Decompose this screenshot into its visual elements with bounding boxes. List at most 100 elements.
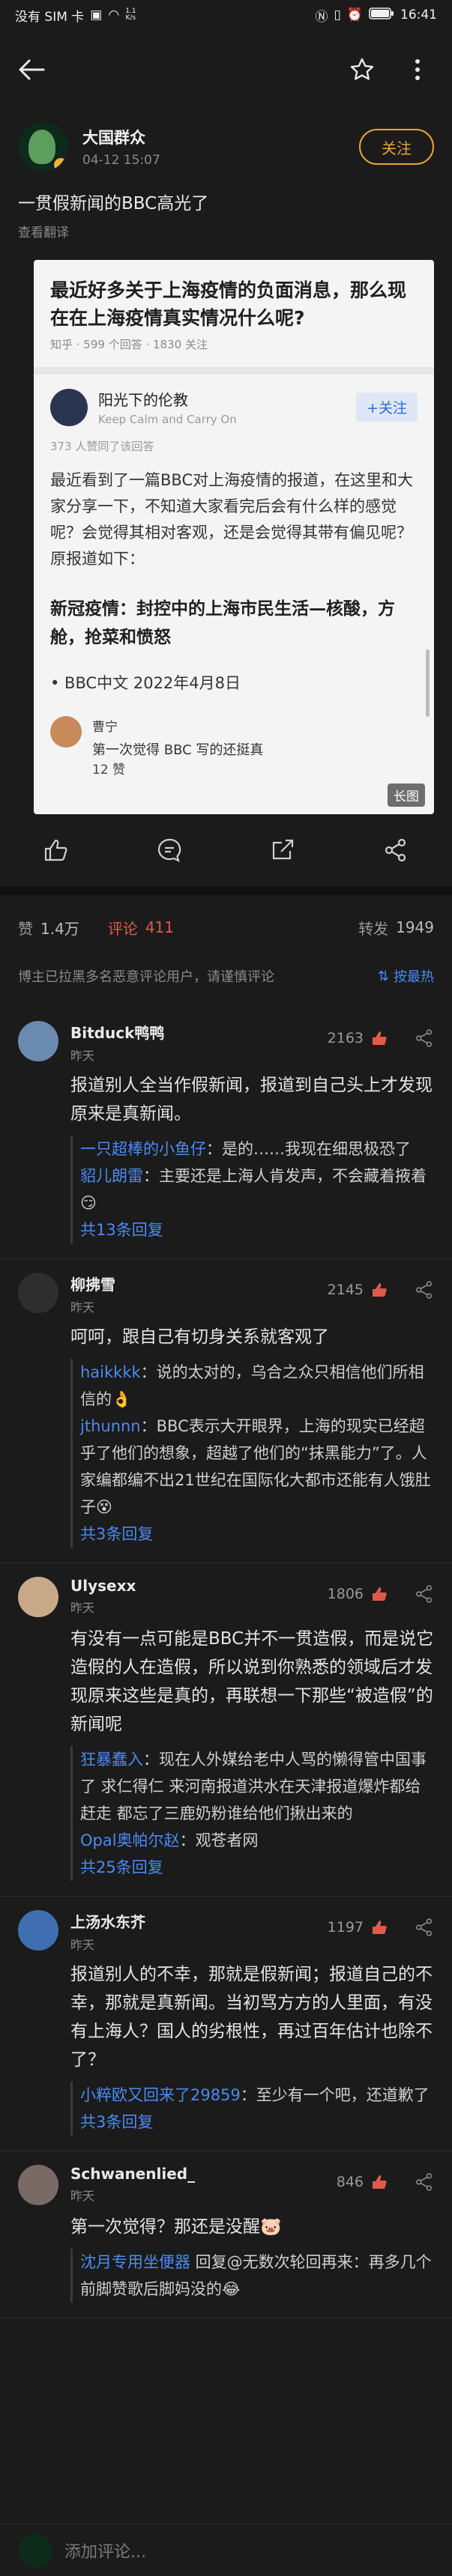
favorite-button[interactable]	[346, 53, 379, 86]
wifi-icon: ◠	[108, 7, 120, 22]
carrier-text: 没有 SIM 卡	[15, 9, 85, 25]
comment-like-button[interactable]: 2145	[328, 1280, 434, 1300]
comment-text: 报道别人的不幸，那就是假新闻；报道自己的不幸，那就是真新闻。当初骂方方的人里面，…	[70, 1965, 433, 2070]
comment-time: 昨天	[70, 1938, 95, 1952]
more-replies-link[interactable]: 共13条回复	[80, 1216, 434, 1243]
verified-badge-icon	[52, 157, 67, 172]
answerer-follow-button: +关注	[356, 393, 418, 422]
post-image[interactable]: 最近好多关于上海疫情的负面消息，那么现在在上海疫情真实情况什么呢? 知乎 · 5…	[34, 260, 434, 814]
thumbs-up-icon	[45, 839, 67, 861]
comment-text: 第一次觉得？那还是没醒🐷	[70, 2217, 282, 2237]
battery-icon	[369, 7, 394, 24]
status-bar: 没有 SIM 卡 ▣ ◠ 1.1 K/s Ⓝ ▯ ⏰ 16:41	[0, 0, 452, 30]
translate-link[interactable]: 查看翻译	[0, 214, 452, 240]
reply-item: 一只超棒的小鱼仔：是的……我现在细思极恐了	[80, 1140, 411, 1158]
repost-button[interactable]	[266, 834, 299, 867]
reply-preview[interactable]: 一只超棒的小鱼仔：是的……我现在细思极恐了 貂儿朗雷：主要还是上海人肯发声，不会…	[70, 1136, 434, 1243]
comment-item: 上汤水东芥 昨天 1197 报道别人的不幸，那就是假新闻；报道自己的不幸，那就是…	[0, 1897, 452, 2151]
more-replies-link[interactable]: 共3条回复	[80, 2109, 434, 2136]
reply-preview[interactable]: haikkkk：说的太对的，乌合之众只相信他们所相信的👌 jthunnn：BBC…	[70, 1359, 434, 1548]
comment-author[interactable]: Ulysexx	[70, 1577, 328, 1595]
more-menu-button[interactable]	[401, 53, 434, 86]
section-divider	[0, 886, 452, 895]
post-date: 04-12 15:07	[82, 153, 160, 168]
comment-like-button[interactable]: 1806	[328, 1584, 434, 1604]
likes-count[interactable]: 1.4万	[40, 917, 79, 939]
nfc-icon: Ⓝ	[315, 9, 328, 25]
share-icon	[416, 1918, 433, 1936]
avatar[interactable]	[18, 1021, 58, 1061]
author-name[interactable]: 大国群众	[82, 126, 359, 148]
reposts-count[interactable]: 1949	[396, 918, 434, 936]
comment-item: Ulysexx 昨天 1806 有没有一点可能是BBC并不一贯造假，而是说它造假…	[0, 1563, 452, 1897]
stats-row: 赞 1.4万 评论 411 转发 1949	[0, 912, 452, 942]
comment-button[interactable]	[153, 834, 186, 867]
question-meta: 知乎 · 599 个回答 · 1830 关注	[50, 338, 208, 351]
comment-time: 昨天	[70, 1300, 95, 1315]
answer-body: 最近看到了一篇BBC对上海疫情的报道，在这里和大家分享一下，不知道大家看完后会有…	[50, 471, 414, 568]
reply-preview[interactable]: 狂暴蠢入：现在人外媒给老中人骂的懒得管中国事了 求仁得仁 来河南报道洪水在天津报…	[70, 1746, 434, 1881]
comment-time: 昨天	[70, 1049, 95, 1063]
notice-text: 博主已拉黑多名恶意评论用户，请谨慎评论	[18, 969, 274, 985]
comments-tab-label[interactable]: 评论	[108, 917, 138, 939]
avatar[interactable]	[18, 1577, 58, 1617]
speed-indicator: 1.1 K/s	[125, 7, 136, 22]
comment-author[interactable]: Bitduck鸭鸭	[70, 1021, 328, 1043]
sim-icon: ▣	[90, 7, 103, 22]
avatar[interactable]	[18, 1910, 58, 1951]
answer-quote: 新冠疫情：封控中的上海市民生活—核酸，方舱，抢菜和愤怒	[50, 599, 395, 647]
share-icon	[416, 2173, 433, 2191]
alarm-icon: ⏰	[346, 7, 363, 22]
more-vertical-icon	[415, 59, 420, 80]
comment-item: Bitduck鸭鸭 昨天 2163 报道别人全当作假新闻，报道到自己头上才发现原…	[0, 1007, 452, 1259]
reply-item: jthunnn：BBC表示大开眼界，上海的现实已经超乎了他们的想象，超越了他们的…	[80, 1417, 431, 1516]
likes-tab-label[interactable]: 赞	[18, 917, 33, 939]
reply-item: 狂暴蠢入：现在人外媒给老中人骂的懒得管中国事了 求仁得仁 来河南报道洪水在天津报…	[80, 1751, 427, 1822]
share-icon	[416, 1029, 433, 1047]
top-app-bar	[0, 30, 452, 109]
more-replies-link[interactable]: 共25条回复	[80, 1854, 434, 1881]
comment-like-button[interactable]: 1197	[328, 1918, 434, 1937]
like-button[interactable]	[40, 834, 73, 867]
more-replies-link[interactable]: 共3条回复	[80, 1521, 434, 1548]
share-icon	[416, 1281, 433, 1299]
like-icon	[373, 2175, 387, 2189]
clock: 16:41	[400, 7, 437, 22]
follow-button[interactable]: 关注	[359, 129, 434, 165]
reply-item: Opal奥帕尔赵：观苍者网	[80, 1831, 259, 1849]
reply-preview[interactable]: 沈月专用坐便器 回复@无数次轮回再来：再多几个前脚赞歌后脚妈没的😂	[70, 2249, 434, 2303]
comment-text: 报道别人全当作假新闻，报道到自己头上才发现原来是真新闻。	[70, 1076, 433, 1124]
answerer-name: 阳光下的伦教	[98, 391, 188, 409]
comment-item: Schwanenlied_ 昨天 846 第一次觉得？那还是没醒🐷 沈月专用坐便…	[0, 2151, 452, 2318]
comment-input[interactable]: 添加评论...	[64, 2539, 146, 2563]
sort-icon: ⇅	[377, 968, 389, 984]
reply-preview[interactable]: 小粹欧又回来了29859：至少有一个吧，还道歉了 共3条回复	[70, 2082, 434, 2136]
comment-author[interactable]: 柳拂雪	[70, 1273, 328, 1294]
comment-like-button[interactable]: 2163	[328, 1028, 434, 1048]
reply-item: haikkkk：说的太对的，乌合之众只相信他们所相信的👌	[80, 1363, 424, 1408]
avatar[interactable]	[18, 122, 67, 172]
comment-notice: 博主已拉黑多名恶意评论用户，请谨慎评论 ⇅ 按最热	[0, 966, 452, 986]
answerer-avatar	[50, 388, 88, 426]
sort-button[interactable]: ⇅ 按最热	[378, 966, 434, 986]
share-button[interactable]	[379, 834, 412, 867]
comments-count[interactable]: 411	[145, 918, 174, 936]
reply-item: 小粹欧又回来了29859：至少有一个吧，还道歉了	[80, 2086, 430, 2104]
reposts-tab-label[interactable]: 转发	[358, 917, 388, 939]
long-image-badge: 长图	[388, 784, 425, 807]
vibrate-icon: ▯	[334, 7, 341, 22]
answer-likes: 373 人赞同了该回答	[50, 440, 154, 453]
star-icon	[350, 58, 374, 80]
comment-author[interactable]: 上汤水东芥	[70, 1910, 328, 1932]
comment-like-button[interactable]: 846	[337, 2172, 434, 2192]
like-icon	[373, 1587, 387, 1601]
post-text: 一贯假新闻的BBC高光了	[18, 194, 209, 213]
like-icon	[373, 1921, 387, 1934]
card-comment-avatar	[50, 716, 82, 748]
share-icon	[416, 1585, 433, 1603]
avatar[interactable]	[18, 1273, 58, 1313]
avatar[interactable]	[18, 2165, 58, 2205]
comment-author[interactable]: Schwanenlied_	[70, 2165, 337, 2183]
back-button[interactable]	[18, 53, 51, 86]
comment-input-bar[interactable]: 添加评论...	[0, 2524, 452, 2576]
